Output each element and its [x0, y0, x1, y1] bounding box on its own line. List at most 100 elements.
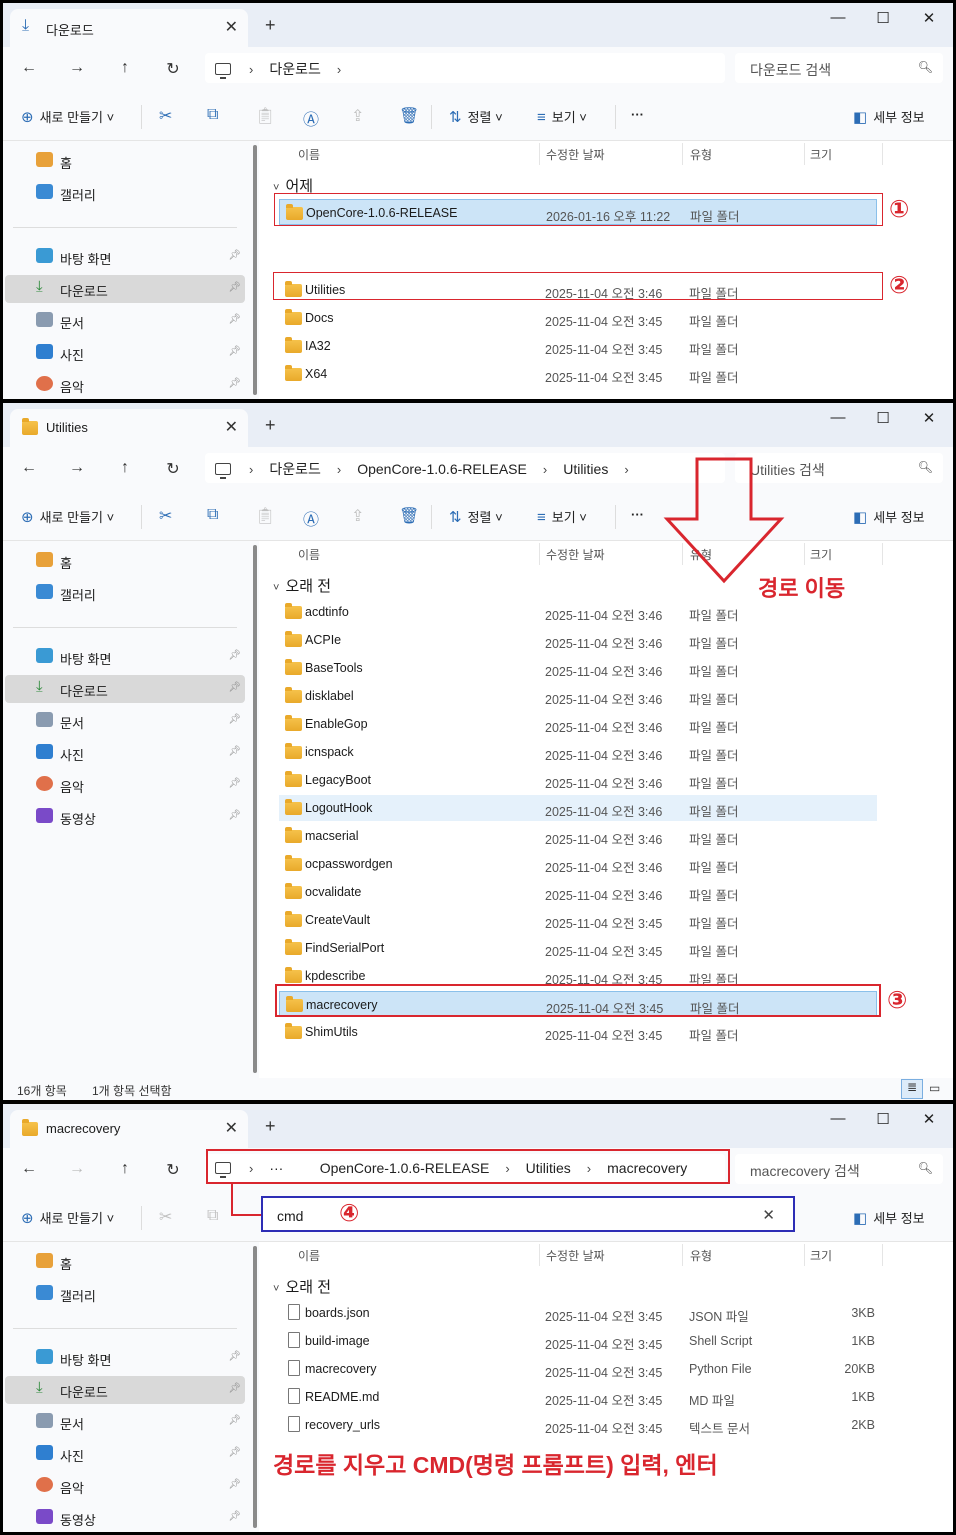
new-button[interactable]: ⊕ 새로 만들기 ˅ [21, 1208, 114, 1227]
pin-icon[interactable]: 📌︎ [228, 1511, 241, 1522]
sidebar-item-music[interactable]: 음악 📌︎ [5, 371, 245, 399]
forward-button[interactable]: → [65, 59, 89, 77]
maximize-button[interactable]: ☐ [863, 9, 903, 27]
breadcrumb-utilities[interactable]: Utilities [563, 461, 608, 477]
table-row[interactable]: FindSerialPort 2025-11-04 오전 3:45 파일 폴더 [279, 935, 877, 961]
back-button[interactable]: ← [17, 59, 41, 77]
table-row[interactable]: macserial 2025-11-04 오전 3:46 파일 폴더 [279, 823, 877, 849]
details-view-icon[interactable]: ≣ [901, 1079, 923, 1099]
view-button[interactable]: ≡ 보기 ˅ [537, 507, 587, 526]
pin-icon[interactable]: 📌︎ [228, 1415, 241, 1426]
address-bar[interactable]: › 다운로드 › [205, 53, 725, 83]
table-row[interactable]: LogoutHook 2025-11-04 오전 3:46 파일 폴더 [279, 795, 877, 821]
window-close-button[interactable]: ✕ [909, 1110, 949, 1128]
table-row[interactable]: ocvalidate 2025-11-04 오전 3:46 파일 폴더 [279, 879, 877, 905]
sidebar-item-desktop[interactable]: 바탕 화면 📌︎ [5, 1344, 245, 1372]
sort-button[interactable]: ⇅ 정렬 ˅ [449, 107, 503, 126]
table-row[interactable]: macrecovery 2025-11-04 오전 3:45 Python File… [279, 1356, 877, 1382]
tiles-view-icon[interactable]: ▭ [929, 1081, 940, 1095]
address-bar[interactable]: › 다운로드 › OpenCore-1.0.6-RELEASE › Utilit… [205, 453, 725, 483]
sidebar-item-home[interactable]: 홈 [5, 547, 245, 575]
column-size[interactable]: 크기 [810, 146, 832, 170]
sidebar-item-home[interactable]: 홈 [5, 1248, 245, 1276]
column-name[interactable]: 이름 [298, 146, 320, 170]
table-row[interactable]: BaseTools 2025-11-04 오전 3:46 파일 폴더 [279, 655, 877, 681]
sidebar-item-gallery[interactable]: 갤러리 [5, 179, 245, 207]
paste-icon[interactable]: 📋︎ [255, 506, 275, 526]
breadcrumb-downloads[interactable]: 다운로드 [269, 59, 321, 79]
minimize-button[interactable]: — [818, 9, 858, 26]
pin-icon[interactable]: 📌︎ [228, 1447, 241, 1458]
sidebar-item-music[interactable]: 음악 📌︎ [5, 771, 245, 799]
sidebar-item-pictures[interactable]: 사진 📌︎ [5, 339, 245, 367]
close-icon[interactable]: ✕ [225, 1118, 238, 1138]
column-date[interactable]: 수정한 날짜 [546, 146, 605, 170]
share-icon[interactable]: ⇪ [351, 106, 364, 126]
sidebar-item-desktop[interactable]: 바탕 화면 📌︎ [5, 643, 245, 671]
details-button[interactable]: ◧ 세부 정보 [853, 107, 925, 126]
details-button[interactable]: ◧ 세부 정보 [853, 507, 925, 526]
more-button[interactable]: ··· [631, 507, 644, 522]
sidebar-item-videos[interactable]: 동영상 📌︎ [5, 803, 245, 831]
table-row[interactable]: icnspack 2025-11-04 오전 3:46 파일 폴더 [279, 739, 877, 765]
sidebar-item-home[interactable]: 홈 [5, 147, 245, 175]
table-row[interactable]: Docs 2025-11-04 오전 3:45 파일 폴더 [279, 305, 877, 331]
scrollbar-thumb[interactable] [253, 545, 257, 1073]
up-button[interactable]: ↑ [113, 459, 137, 477]
column-type[interactable]: 유형 [690, 146, 712, 170]
copy-icon[interactable]: ⧉ [207, 106, 218, 124]
table-row[interactable]: EnableGop 2025-11-04 오전 3:46 파일 폴더 [279, 711, 877, 737]
maximize-button[interactable]: ☐ [863, 409, 903, 427]
up-button[interactable]: ↑ [113, 59, 137, 77]
sidebar-item-downloads[interactable]: ⤓ 다운로드 📌︎ [5, 1376, 245, 1404]
search-input[interactable]: 다운로드 검색 🔍︎ [735, 53, 943, 83]
more-button[interactable]: ··· [631, 107, 644, 122]
table-row[interactable]: recovery_urls 2025-11-04 오전 3:45 텍스트 문서 2KB [279, 1412, 877, 1438]
table-row[interactable]: ShimUtils 2025-11-04 오전 3:45 파일 폴더 [279, 1019, 877, 1045]
delete-icon[interactable]: 🗑︎ [399, 106, 419, 126]
table-row[interactable]: LegacyBoot 2025-11-04 오전 3:46 파일 폴더 [279, 767, 877, 793]
new-tab-button[interactable]: + [265, 15, 276, 36]
sidebar-item-pictures[interactable]: 사진 📌︎ [5, 739, 245, 767]
close-icon[interactable]: ✕ [225, 17, 238, 37]
rename-icon[interactable]: Ⓐ [303, 106, 319, 130]
refresh-button[interactable]: ↻ [161, 459, 185, 479]
sidebar-item-videos[interactable]: 동영상 📌︎ [5, 1504, 245, 1532]
pin-icon[interactable]: 📌︎ [228, 1479, 241, 1490]
pin-icon[interactable]: 📌︎ [228, 250, 241, 261]
table-row[interactable]: CreateVault 2025-11-04 오전 3:45 파일 폴더 [279, 907, 877, 933]
copy-icon[interactable]: ⧉ [207, 1207, 218, 1225]
close-icon[interactable]: ✕ [225, 417, 238, 437]
pin-icon[interactable]: 📌︎ [228, 650, 241, 661]
share-icon[interactable]: ⇪ [351, 506, 364, 526]
scrollbar-thumb[interactable] [253, 145, 257, 395]
sidebar-item-music[interactable]: 음악 📌︎ [5, 1472, 245, 1500]
breadcrumb-opencore[interactable]: OpenCore-1.0.6-RELEASE [357, 461, 527, 477]
pin-icon[interactable]: 📌︎ [228, 714, 241, 725]
column-size[interactable]: 크기 [810, 546, 832, 570]
pin-icon[interactable]: 📌︎ [228, 1383, 241, 1394]
tab-macrecovery[interactable]: macrecovery ✕ [10, 1110, 248, 1148]
pin-icon[interactable]: 📌︎ [228, 746, 241, 757]
column-name[interactable]: 이름 [298, 546, 320, 570]
minimize-button[interactable]: — [818, 1110, 858, 1127]
table-row[interactable]: disklabel 2025-11-04 오전 3:46 파일 폴더 [279, 683, 877, 709]
column-date[interactable]: 수정한 날짜 [546, 1247, 605, 1271]
group-header-older[interactable]: ˅ 오래 전 [273, 575, 331, 596]
forward-button[interactable]: → [65, 459, 89, 477]
sidebar-item-desktop[interactable]: 바탕 화면 📌︎ [5, 243, 245, 271]
cut-icon[interactable]: ✂ [159, 506, 172, 526]
pin-icon[interactable]: 📌︎ [228, 810, 241, 821]
back-button[interactable]: ← [17, 459, 41, 477]
minimize-button[interactable]: — [818, 409, 858, 426]
column-size[interactable]: 크기 [810, 1247, 832, 1271]
new-button[interactable]: ⊕ 새로 만들기 ˅ [21, 507, 114, 526]
sidebar-item-documents[interactable]: 문서 📌︎ [5, 1408, 245, 1436]
group-header-older[interactable]: ˅ 오래 전 [273, 1276, 331, 1297]
table-row[interactable]: boards.json 2025-11-04 오전 3:45 JSON 파일 3KB [279, 1300, 877, 1326]
sort-button[interactable]: ⇅ 정렬 ˅ [449, 507, 503, 526]
clear-icon[interactable]: ✕ [762, 1206, 775, 1224]
table-row[interactable]: README.md 2025-11-04 오전 3:45 MD 파일 1KB [279, 1384, 877, 1410]
pin-icon[interactable]: 📌︎ [228, 1351, 241, 1362]
details-button[interactable]: ◧ 세부 정보 [853, 1208, 925, 1227]
